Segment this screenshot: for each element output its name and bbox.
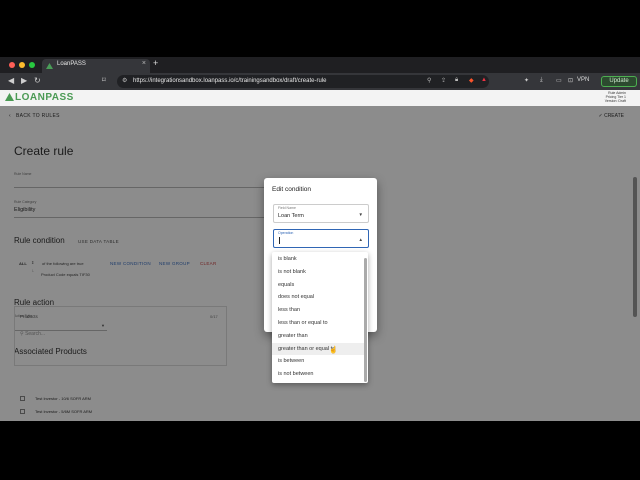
operation-options-list: is blank is not blank equals does not eq…: [272, 252, 368, 383]
option-greater-than-or-equal[interactable]: greater than or equal to: [278, 346, 335, 352]
site-info-icon[interactable]: ⚙: [122, 77, 127, 84]
update-button[interactable]: Update: [601, 76, 637, 87]
app-header: LOANPASS Rule Admin Pricing Tier 1 Versi…: [0, 90, 640, 106]
forward-arrow-icon[interactable]: ▶: [21, 76, 27, 85]
rewards-icon[interactable]: ▲: [481, 77, 487, 83]
browser-tab[interactable]: LoanPASS ×: [42, 59, 150, 73]
field-name-label: Field Name: [278, 206, 296, 210]
user-info[interactable]: Rule Admin Pricing Tier 1 Version: Draft: [605, 91, 626, 103]
sidebar-icon[interactable]: ▭: [556, 77, 562, 84]
loanpass-favicon-icon: [46, 63, 53, 69]
chevron-up-icon: ▲: [358, 237, 363, 242]
option-is-not-between[interactable]: is not between: [278, 371, 313, 377]
operation-label: Operation: [278, 231, 294, 235]
text-caret: [279, 237, 280, 244]
option-less-than-or-equal[interactable]: less than or equal to: [278, 320, 328, 326]
downloads-icon[interactable]: ⤓: [540, 77, 543, 84]
user-info-line: Version: Draft: [604, 99, 626, 103]
brave-shield-icon[interactable]: ◆: [469, 77, 474, 84]
address-bar[interactable]: ⚙ https://integrationsandbox.loanpass.io…: [117, 75, 489, 88]
reload-icon[interactable]: ↻: [34, 76, 41, 85]
back-arrow-icon[interactable]: ◀: [8, 76, 14, 85]
lock-icon[interactable]: 🔒︎: [455, 77, 458, 84]
field-name-value: Loan Term: [278, 213, 304, 219]
option-does-not-equal[interactable]: does not equal: [278, 294, 314, 300]
option-greater-than[interactable]: greater than: [278, 333, 308, 339]
share-icon[interactable]: ⇪: [441, 77, 446, 84]
option-less-than[interactable]: less than: [278, 307, 300, 313]
dialog-title: Edit condition: [272, 186, 312, 193]
dropdown-scrollbar[interactable]: [364, 258, 367, 382]
hand-cursor-icon: ☝: [329, 347, 338, 354]
logo-icon: [5, 93, 14, 101]
browser-toolbar: ◀ ▶ ↻ ⌑ ⚙ https://integrationsandbox.loa…: [0, 73, 640, 90]
new-tab-button[interactable]: +: [153, 58, 158, 68]
vpn-button[interactable]: VPN: [577, 77, 589, 83]
search-icon[interactable]: ⚲: [427, 77, 431, 84]
option-is-not-blank[interactable]: is not blank: [278, 269, 306, 275]
tab-bar: LoanPASS × +: [0, 57, 640, 73]
extensions-icon[interactable]: ✦: [524, 77, 529, 84]
chevron-down-icon: ▼: [358, 212, 363, 217]
url-text: https://integrationsandbox.loanpass.io/c…: [133, 78, 327, 84]
option-is-blank[interactable]: is blank: [278, 256, 297, 262]
tab-title: LoanPASS: [57, 61, 86, 67]
option-equals[interactable]: equals: [278, 282, 294, 288]
operation-select[interactable]: Operation ▲: [273, 229, 369, 248]
field-name-select[interactable]: Field Name Loan Term ▼: [273, 204, 369, 223]
loanpass-logo[interactable]: LOANPASS: [5, 92, 74, 103]
close-window-icon[interactable]: [9, 62, 15, 68]
logo-text: LOANPASS: [15, 92, 74, 103]
tab-close-icon[interactable]: ×: [142, 60, 146, 67]
option-is-between[interactable]: is between: [278, 358, 304, 364]
minimize-window-icon[interactable]: [19, 62, 25, 68]
bookmark-icon[interactable]: ⌑: [102, 76, 106, 84]
maximize-window-icon[interactable]: [29, 62, 35, 68]
wallet-icon[interactable]: ⊡: [568, 77, 573, 84]
